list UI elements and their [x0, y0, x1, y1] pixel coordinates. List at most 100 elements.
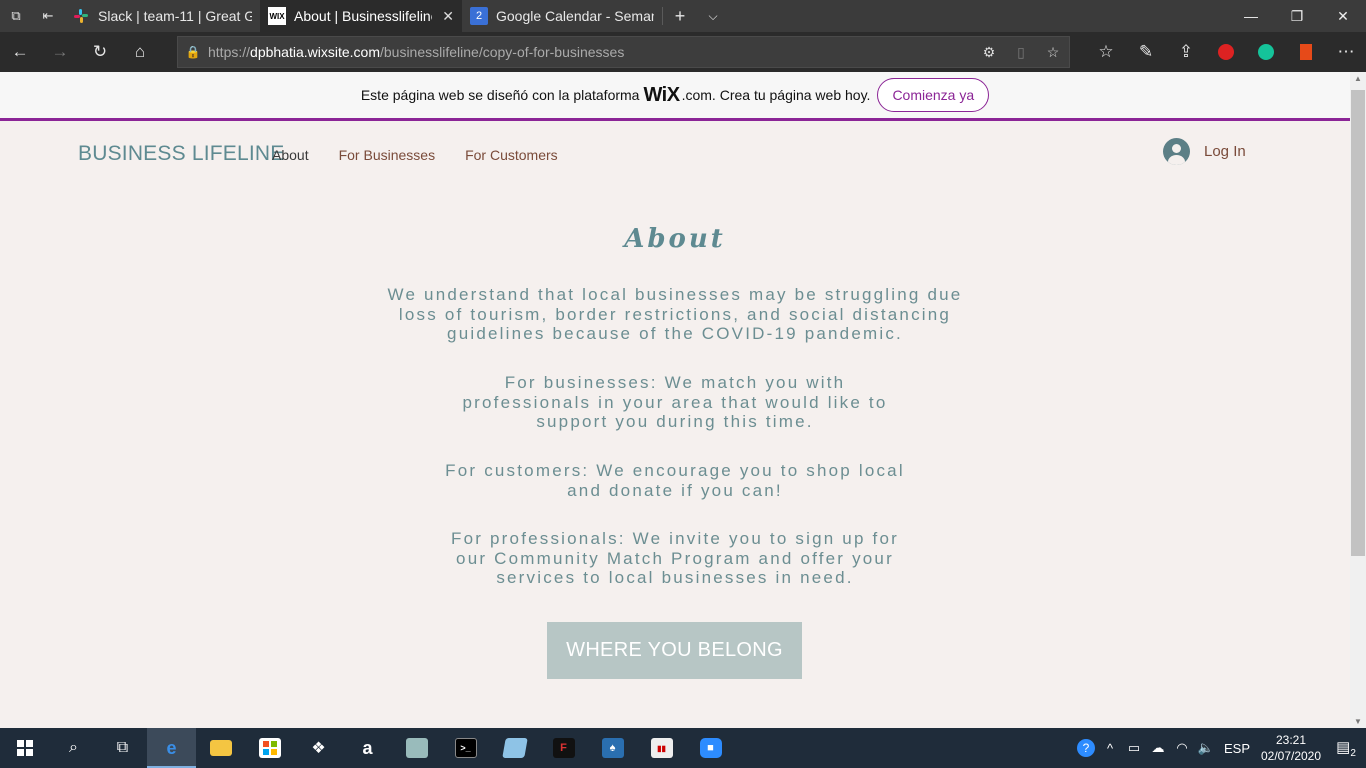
grammarly-icon[interactable]	[1246, 32, 1286, 72]
lock-icon: 🔒	[185, 45, 201, 59]
intro-paragraph: We understand that local businesses may …	[0, 285, 1350, 344]
image-viewer-icon[interactable]	[392, 728, 441, 768]
scroll-up-icon[interactable]: ▲	[1350, 74, 1366, 83]
scrollbar-thumb[interactable]	[1351, 90, 1365, 556]
reading-view-icon[interactable]: ▯	[1005, 44, 1037, 61]
nav-item-for-businesses[interactable]: For Businesses	[339, 147, 435, 163]
new-tab-icon[interactable]: +	[663, 0, 697, 32]
battery-icon[interactable]: ▭	[1122, 740, 1146, 756]
start-now-button[interactable]: Comienza ya	[877, 78, 990, 112]
zoom-icon[interactable]: ■	[686, 728, 735, 768]
share-icon[interactable]: ⇪	[1166, 32, 1206, 72]
login-label: Log In	[1204, 143, 1246, 160]
pen-icon[interactable]: ✎	[1126, 32, 1166, 72]
sticky-app-icon[interactable]	[490, 728, 539, 768]
tab-google-calendar[interactable]: 2 Google Calendar - Semana	[462, 0, 662, 32]
clock-time: 23:21	[1275, 733, 1307, 747]
wix-logo-suffix: .com.	[681, 87, 716, 103]
url-text[interactable]: https://dpbhatia.wixsite.com/businesslif…	[208, 44, 973, 60]
address-bar[interactable]: 🔒 https://dpbhatia.wixsite.com/businessl…	[177, 36, 1070, 68]
language-indicator[interactable]: ESP	[1218, 741, 1256, 756]
site-title[interactable]: BUSINESS LIFELINE	[78, 142, 284, 166]
text-line: We understand that local businesses may …	[387, 285, 963, 304]
restore-icon[interactable]: ❐	[1274, 0, 1320, 32]
text-line: support you during this time.	[536, 412, 814, 431]
office-icon[interactable]	[1286, 32, 1326, 72]
wifi-icon[interactable]: ◠	[1170, 740, 1194, 756]
media-app-icon[interactable]: ▮▮	[637, 728, 686, 768]
file-explorer-icon[interactable]	[196, 728, 245, 768]
show-hidden-icons-chevron-icon[interactable]: ^	[1098, 741, 1122, 756]
set-aside-tabs-icon[interactable]: ⇤	[32, 0, 64, 32]
amazon-icon[interactable]: a	[343, 728, 392, 768]
professionals-paragraph: For professionals: We invite you to sign…	[0, 529, 1350, 588]
text-line: loss of tourism, border restrictions, an…	[398, 304, 952, 324]
nav-item-about[interactable]: About	[272, 147, 309, 163]
customers-paragraph: For customers: We encourage you to shop …	[0, 461, 1350, 500]
wix-icon: WIX	[268, 7, 286, 25]
page-content: BUSINESS LIFELINE About For Businesses F…	[0, 124, 1350, 728]
slack-icon	[72, 7, 90, 25]
browser-tools: ☆ ✎ ⇪ ⋯	[1086, 32, 1366, 72]
refresh-icon[interactable]: ↻	[80, 32, 120, 72]
site-navigation: About For Businesses For Customers	[272, 147, 588, 163]
tab-actions-icon[interactable]: ⧉	[0, 0, 32, 32]
text-line: For professionals: We invite you to sign…	[451, 529, 899, 548]
dropbox-icon[interactable]: ❖	[294, 728, 343, 768]
volume-icon[interactable]: 🔈	[1194, 740, 1218, 756]
clock[interactable]: 23:21 02/07/2020	[1256, 732, 1326, 764]
forward-icon[interactable]: →	[40, 32, 80, 72]
terminal-icon[interactable]: >_	[441, 728, 490, 768]
game-icon[interactable]: F	[539, 728, 588, 768]
system-tray: ? ^ ▭ ☁ ◠ 🔈 ESP 23:21 02/07/2020 ▤2	[1074, 728, 1366, 768]
text-line: professionals in your area that would li…	[462, 392, 888, 412]
clock-date: 02/07/2020	[1260, 749, 1322, 763]
browser-toolbar: ← → ↻ ⌂ 🔒 https://dpbhatia.wixsite.com/b…	[0, 32, 1366, 72]
tab-about-businesslifeline[interactable]: WIX About | Businesslifeline ✕	[260, 0, 462, 32]
onedrive-icon[interactable]: ☁	[1146, 740, 1170, 756]
tab-title: About | Businesslifeline	[294, 8, 433, 24]
text-line: our Community Match Program and offer yo…	[456, 548, 894, 568]
home-icon[interactable]: ⌂	[120, 32, 160, 72]
close-window-icon[interactable]: ✕	[1320, 0, 1366, 32]
translate-icon[interactable]: ⚙	[973, 44, 1005, 61]
favorites-list-icon[interactable]: ☆	[1086, 32, 1126, 72]
wix-promo-banner: Este página web se diseñó con la platafo…	[0, 72, 1350, 121]
wix-banner-text-after: Crea tu página web hoy.	[719, 87, 871, 103]
search-icon[interactable]: ⌕	[49, 728, 98, 768]
more-menu-icon[interactable]: ⋯	[1326, 32, 1366, 72]
where-you-belong-button[interactable]: WHERE YOU BELONG	[547, 622, 802, 679]
nav-item-for-customers[interactable]: For Customers	[465, 147, 558, 163]
tab-slack[interactable]: Slack | team-11 | Great Glob	[64, 0, 260, 32]
text-line: services to local businesses in need.	[496, 568, 854, 587]
back-icon[interactable]: ←	[0, 32, 40, 72]
businesses-paragraph: For businesses: We match you with profes…	[0, 373, 1350, 432]
solitaire-icon[interactable]: ♠	[588, 728, 637, 768]
tab-title: Google Calendar - Semana	[496, 8, 654, 24]
close-tab-icon[interactable]: ✕	[442, 8, 454, 25]
task-view-icon[interactable]: ⧉	[98, 728, 147, 768]
text-line: For businesses: We match you with	[504, 373, 846, 392]
help-icon[interactable]: ?	[1074, 739, 1098, 757]
tab-list-chevron-icon[interactable]: ⌵	[697, 0, 729, 32]
login-button[interactable]: Log In	[1163, 138, 1246, 165]
avatar-icon	[1163, 138, 1190, 165]
wix-logo: WiX	[643, 83, 680, 106]
page-scrollbar[interactable]: ▲ ▼	[1350, 72, 1366, 728]
browser-tab-strip: ⧉ ⇤ Slack | team-11 | Great Glob WIX Abo…	[0, 0, 1366, 32]
page-title: About	[624, 224, 726, 254]
adblock-icon[interactable]	[1206, 32, 1246, 72]
minimize-icon[interactable]: —	[1228, 0, 1274, 32]
calendar-icon: 2	[470, 7, 488, 25]
tab-title: Slack | team-11 | Great Glob	[98, 8, 252, 24]
store-icon[interactable]	[245, 728, 294, 768]
wix-banner-text: Este página web se diseñó con la platafo…	[360, 87, 640, 103]
text-line: guidelines because of the COVID-19 pande…	[447, 324, 903, 343]
notification-count: 2	[1350, 747, 1356, 759]
windows-start-icon[interactable]	[0, 728, 49, 768]
text-line: For customers: We encourage you to shop …	[445, 461, 905, 480]
favorite-star-icon[interactable]: ☆	[1037, 44, 1069, 61]
edge-browser-icon[interactable]: e	[147, 728, 196, 768]
notification-center-icon[interactable]: ▤2	[1326, 738, 1366, 759]
scroll-down-icon[interactable]: ▼	[1350, 717, 1366, 726]
